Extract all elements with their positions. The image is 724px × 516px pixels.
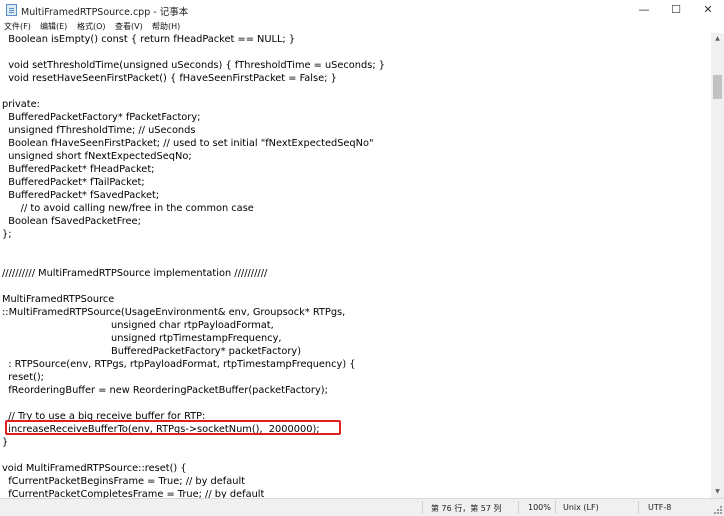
- code-line: BufferedPacketFactory* packetFactory): [2, 346, 302, 357]
- vertical-scrollbar[interactable]: ▲ ▼: [711, 33, 724, 498]
- scrollbar-thumb[interactable]: [713, 75, 722, 99]
- code-line: };: [2, 229, 12, 240]
- code-line: reset();: [2, 372, 44, 383]
- code-line: BufferedPacketFactory* fPacketFactory;: [2, 112, 201, 123]
- status-bar: 第 76 行，第 57 列 100% Unix (LF) UTF-8: [0, 498, 724, 516]
- status-encoding: UTF-8: [648, 503, 672, 512]
- code-line: unsigned rtpTimestampFrequency,: [2, 333, 282, 344]
- code-line: fCurrentPacketCompletesFrame = True; // …: [2, 489, 265, 498]
- status-separator: [638, 501, 639, 514]
- code-line: Boolean fHaveSeenFirstPacket; // used to…: [2, 138, 374, 149]
- status-separator: [555, 501, 556, 514]
- code-line: ////////// MultiFramedRTPSource implemen…: [2, 268, 268, 279]
- status-zoom: 100%: [528, 503, 551, 512]
- code-line: BufferedPacket* fTailPacket;: [2, 177, 145, 188]
- close-button[interactable]: ✕: [692, 0, 724, 20]
- code-line: increaseReceiveBufferTo(env, RTPgs->sock…: [2, 424, 320, 435]
- scroll-up-arrow-icon[interactable]: ▲: [711, 33, 724, 45]
- code-line: fReorderingBuffer = new ReorderingPacket…: [2, 385, 328, 396]
- resize-grip-icon[interactable]: [714, 506, 723, 515]
- code-line: unsigned fThresholdTime; // uSeconds: [2, 125, 196, 136]
- menu-view[interactable]: 查看(V): [115, 21, 143, 32]
- status-position: 第 76 行，第 57 列: [431, 504, 502, 513]
- status-line-ending: Unix (LF): [563, 503, 599, 512]
- code-line: void resetHaveSeenFirstPacket() { fHaveS…: [2, 73, 337, 84]
- code-line: BufferedPacket* fSavedPacket;: [2, 190, 160, 201]
- code-line: BufferedPacket* fHeadPacket;: [2, 164, 155, 175]
- code-line: MultiFramedRTPSource: [2, 294, 115, 305]
- code-line: void MultiFramedRTPSource::reset() {: [2, 463, 187, 474]
- code-line: private:: [2, 99, 40, 110]
- code-line: // Try to use a big receive buffer for R…: [2, 411, 206, 422]
- text-editor[interactable]: Boolean isEmpty() const { return fHeadPa…: [0, 33, 711, 498]
- status-separator: [518, 501, 519, 514]
- minimize-button[interactable]: —: [628, 0, 660, 20]
- menu-bar: 文件(F) 编辑(E) 格式(O) 查看(V) 帮助(H): [0, 20, 724, 33]
- code-line: Boolean fSavedPacketFree;: [2, 216, 141, 227]
- code-text[interactable]: Boolean isEmpty() const { return fHeadPa…: [0, 33, 711, 498]
- code-line: void setThresholdTime(unsigned uSeconds)…: [2, 60, 385, 71]
- status-separator: [422, 501, 423, 514]
- menu-edit[interactable]: 编辑(E): [40, 21, 67, 32]
- menu-file[interactable]: 文件(F): [4, 21, 31, 32]
- scroll-down-arrow-icon[interactable]: ▼: [711, 486, 724, 498]
- code-line: ::MultiFramedRTPSource(UsageEnvironment&…: [2, 307, 346, 318]
- menu-help[interactable]: 帮助(H): [152, 21, 180, 32]
- code-line: unsigned char rtpPayloadFormat,: [2, 320, 274, 331]
- code-line: Boolean isEmpty() const { return fHeadPa…: [2, 34, 296, 45]
- code-line: unsigned short fNextExpectedSeqNo;: [2, 151, 192, 162]
- code-line: }: [2, 437, 9, 448]
- code-line: : RTPSource(env, RTPgs, rtpPayloadFormat…: [2, 359, 356, 370]
- menu-format[interactable]: 格式(O): [77, 21, 106, 32]
- notepad-icon: [6, 4, 17, 16]
- window-title: MultiFramedRTPSource.cpp - 记事本: [21, 7, 189, 18]
- title-bar[interactable]: MultiFramedRTPSource.cpp - 记事本 — ☐ ✕: [0, 0, 724, 20]
- code-line: // to avoid calling new/free in the comm…: [2, 203, 254, 214]
- code-line: fCurrentPacketBeginsFrame = True; // by …: [2, 476, 246, 487]
- maximize-button[interactable]: ☐: [660, 0, 692, 20]
